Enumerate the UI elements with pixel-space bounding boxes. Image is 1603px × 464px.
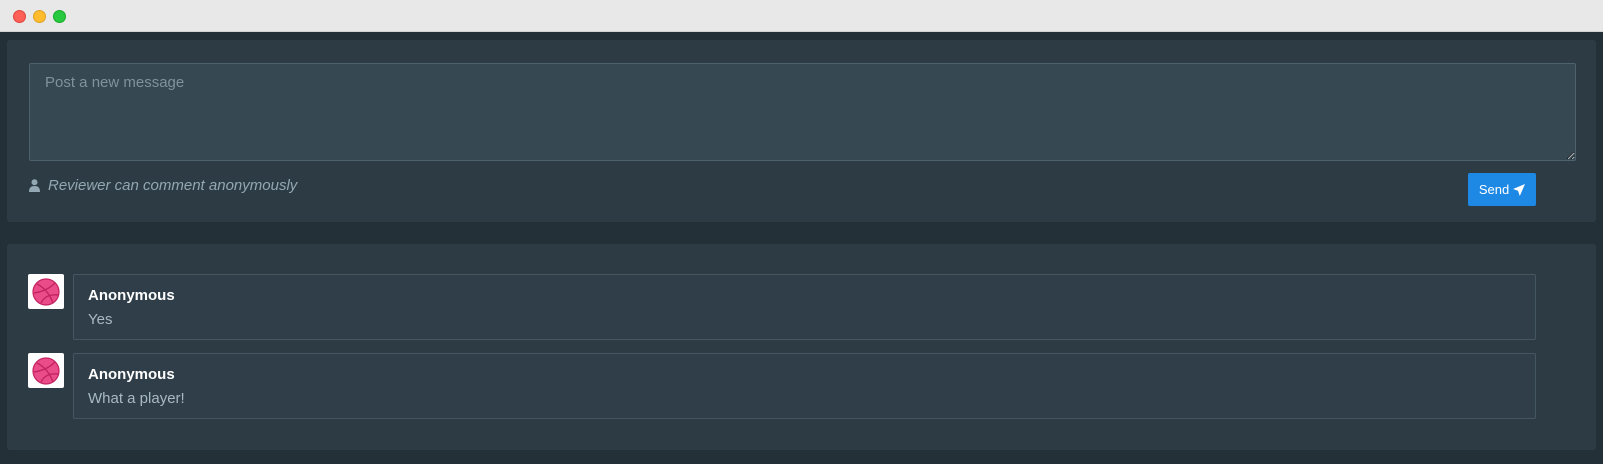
maximize-window-button[interactable]: [53, 10, 66, 23]
comment-item: Anonymous Yes: [28, 274, 1575, 340]
anonymous-note-text: Reviewer can comment anonymously: [48, 176, 298, 194]
comment-item: Anonymous What a player!: [28, 353, 1575, 419]
send-button-label: Send: [1478, 182, 1510, 197]
window-titlebar: [0, 0, 1603, 32]
comment-box: Anonymous What a player!: [73, 353, 1536, 419]
avatar: [28, 274, 64, 309]
comment-text: What a player!: [88, 390, 185, 407]
message-input[interactable]: [29, 63, 1576, 161]
comments-panel: Anonymous Yes Anonymous What a player!: [7, 244, 1596, 450]
anonymous-note: Reviewer can comment anonymously: [29, 176, 297, 194]
user-icon: [29, 178, 40, 192]
send-button[interactable]: Send: [1468, 173, 1536, 206]
minimize-window-button[interactable]: [33, 10, 46, 23]
comment-box: Anonymous Yes: [73, 274, 1536, 340]
dribbble-icon: [32, 277, 60, 306]
paper-plane-icon: [1513, 183, 1526, 196]
comment-text: Yes: [88, 311, 113, 328]
close-window-button[interactable]: [13, 10, 26, 23]
dribbble-icon: [32, 356, 60, 385]
app-window: Reviewer can comment anonymously Send: [0, 0, 1603, 464]
avatar: [28, 353, 64, 388]
compose-panel: Reviewer can comment anonymously Send: [7, 40, 1596, 222]
comment-author: Anonymous: [88, 287, 175, 304]
comment-author: Anonymous: [88, 366, 175, 383]
